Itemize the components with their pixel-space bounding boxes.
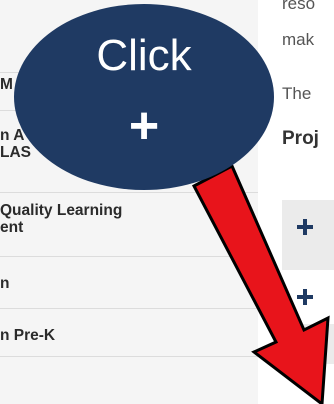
click-callout: Click + <box>14 4 274 190</box>
callout-plus-symbol: + <box>128 97 160 155</box>
callout-title: Click <box>96 31 192 80</box>
